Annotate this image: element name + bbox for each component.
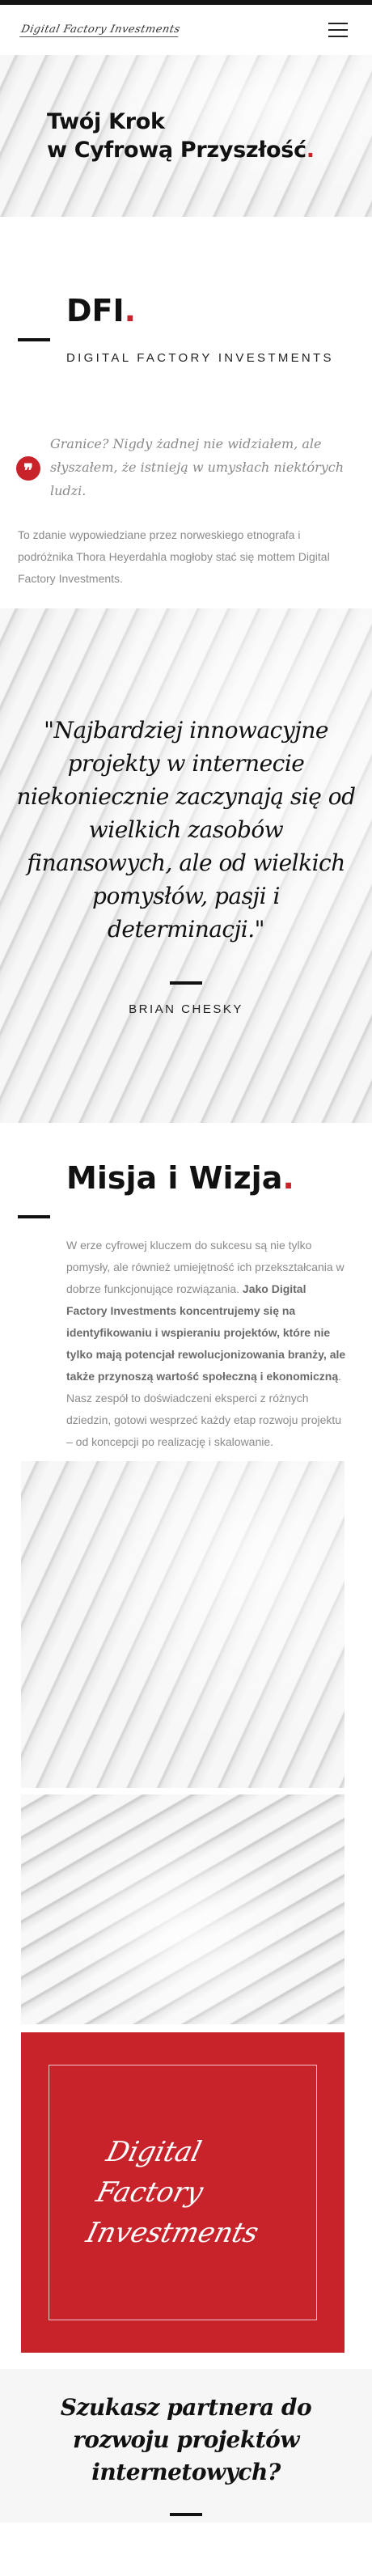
logo-line: Investments [82, 2217, 263, 2249]
hamburger-menu-icon[interactable] [328, 23, 348, 37]
quote-text: Granice? Nigdy żadnej nie widziałem, ale… [50, 436, 345, 498]
dfi-title-text: DFI [66, 293, 125, 328]
abstract-image-2 [21, 1794, 345, 2024]
chesky-quote-text: "Najbardziej innowacyjne projekty w inte… [16, 717, 356, 943]
brand-logo-card: Digital Factory Investments [21, 2032, 345, 2353]
chesky-quote-section: "Najbardziej innowacyjne projekty w inte… [0, 608, 372, 1123]
partner-dash [170, 2513, 202, 2516]
hero-title: Twój Krok w Cyfrową Przyszłość. [47, 108, 315, 164]
dfi-title: DFI. [66, 293, 372, 328]
section-dash [18, 1215, 50, 1218]
quote-note: To zdanie wypowiedziane przez norweskieg… [18, 528, 330, 585]
menu-bar [328, 23, 348, 24]
menu-bar [328, 29, 348, 31]
quote-author: BRIAN CHESKY [129, 1002, 243, 1016]
section-dash [18, 338, 50, 341]
brand-logo-frame: Digital Factory Investments [49, 2065, 317, 2320]
heyerdahl-quote: ❞ Granice? Nigdy żadnej nie widziałem, a… [0, 408, 372, 508]
mission-text: W erze cyfrowej kluczem do sukcesu są ni… [66, 1235, 348, 1453]
dfi-section: DFI. DIGITAL FACTORY INVESTMENTS [0, 217, 372, 408]
mission-section: Misja i Wizja. W erze cyfrowej kluczem d… [0, 1123, 372, 1453]
brand-logo-signature: Digital Factory Investments [82, 2132, 284, 2253]
quote-dash [170, 981, 202, 985]
hero-title-dot: . [306, 138, 315, 163]
mission-title-text: Misja i Wizja [66, 1160, 283, 1196]
quote-icon: ❞ [16, 456, 40, 481]
logo-line: Digital [103, 2136, 205, 2168]
logo-line: Factory [93, 2176, 207, 2209]
dfi-title-dot: . [124, 293, 137, 328]
partner-title: Szukasz partnera do rozwoju projektów in… [60, 2394, 312, 2485]
navbar: Digital Factory Investments [0, 5, 372, 55]
hero-title-line2: w Cyfrową Przyszłość [47, 138, 306, 163]
hero-banner: Twój Krok w Cyfrową Przyszłość. [0, 55, 372, 217]
partner-cta: Szukasz partnera do rozwoju projektów in… [0, 2369, 372, 2523]
site-logo[interactable]: Digital Factory Investments [19, 23, 181, 37]
mission-title: Misja i Wizja. [66, 1160, 372, 1196]
dfi-subtitle: DIGITAL FACTORY INVESTMENTS [66, 351, 334, 365]
hero-title-line1: Twój Krok [47, 109, 165, 134]
abstract-image-1 [21, 1461, 345, 1788]
mission-text-bold: Jako Digital Factory Investments koncent… [66, 1282, 346, 1383]
menu-bar [328, 36, 348, 37]
mission-title-dot: . [282, 1160, 294, 1196]
